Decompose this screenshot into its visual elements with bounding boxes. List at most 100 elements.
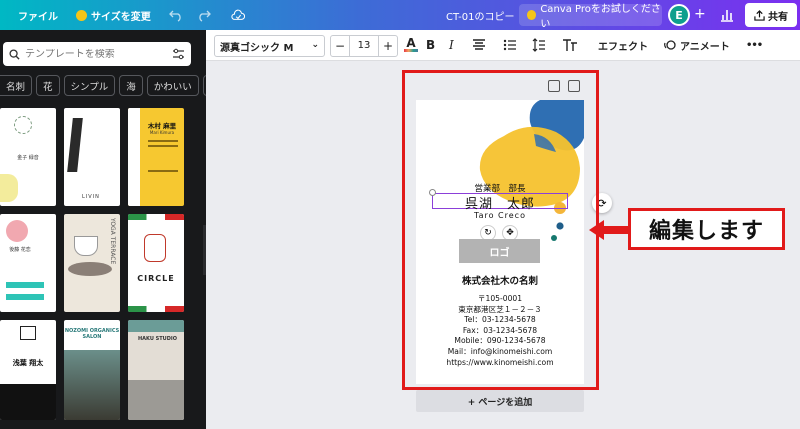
redo-icon[interactable] xyxy=(197,8,211,22)
chip[interactable]: 海 xyxy=(119,75,143,96)
spacing-icon[interactable] xyxy=(532,37,546,53)
align-center-icon[interactable] xyxy=(472,37,486,53)
avatar[interactable]: E xyxy=(668,4,690,26)
bold-label: B xyxy=(426,38,436,52)
flag-stripe xyxy=(128,306,184,312)
accent-bar xyxy=(6,282,44,288)
search-input[interactable] xyxy=(25,48,165,60)
canva-pro-button[interactable]: Canva Proをお試しください xyxy=(519,4,662,30)
chef-illustration xyxy=(144,234,166,262)
search-icon xyxy=(9,48,20,60)
resize-button[interactable]: サイズを変更 xyxy=(76,0,151,30)
file-menu[interactable]: ファイル xyxy=(18,0,58,30)
flag-stripe xyxy=(128,214,184,220)
bold-button[interactable]: B xyxy=(426,37,435,53)
template-name: 後藤 花恋 xyxy=(9,247,31,253)
text-transform-icon[interactable] xyxy=(562,37,578,53)
template-name: CIRCLE xyxy=(137,274,175,283)
font-size-stepper[interactable]: − 13 + xyxy=(330,35,398,57)
template-thumbnail[interactable]: NOZOMI ORGANICS SALON xyxy=(64,320,120,420)
list-icon[interactable] xyxy=(503,37,517,53)
filter-icon[interactable] xyxy=(172,48,185,60)
effects-label: エフェクト xyxy=(598,41,648,53)
crown-icon xyxy=(527,10,537,20)
undo-icon[interactable] xyxy=(169,8,183,22)
template-name: 金子 緑音 xyxy=(17,155,39,161)
animate-label: アニメート xyxy=(680,41,730,53)
template-name: LIVIN xyxy=(82,194,100,200)
callout-label: 編集します xyxy=(628,208,785,250)
font-size-value[interactable]: 13 xyxy=(349,36,379,56)
chip[interactable]: かわいい xyxy=(146,75,199,96)
template-thumbnail[interactable]: 木村 麻里 Mari Kimura xyxy=(128,108,184,206)
template-thumbnail[interactable]: HAKU STUDIO xyxy=(128,320,184,420)
file-menu-label: ファイル xyxy=(18,11,58,23)
top-bar: ファイル サイズを変更 CT-01のコピー Canva Proをお試しください … xyxy=(0,0,800,30)
font-selector[interactable]: 源真ゴシック M ⌄ xyxy=(214,35,325,57)
white-stripe xyxy=(128,108,140,206)
template-sidebar: 名刺 花 シンプル 海 かわいい ア 金子 緑音 LIVIN 木村 麻里 Mar… xyxy=(0,30,206,429)
effects-button[interactable]: エフェクト xyxy=(598,37,648,53)
more-label: ••• xyxy=(746,39,763,51)
template-thumbnail[interactable]: 金子 緑音 xyxy=(0,108,56,206)
upload-icon xyxy=(754,9,765,21)
editor-toolbar: 源真ゴシック M ⌄ − 13 + A B I エフェクト アニメート ••• xyxy=(206,30,800,61)
dark-panel xyxy=(0,384,56,420)
add-member-icon[interactable]: + xyxy=(694,6,706,22)
cup-illustration xyxy=(74,236,98,256)
document-title[interactable]: CT-01のコピー xyxy=(446,0,515,30)
italic-button[interactable]: I xyxy=(449,37,454,53)
chevron-down-icon: ⌄ xyxy=(311,40,319,50)
face-illustration xyxy=(6,220,28,242)
font-name: 源真ゴシック M xyxy=(220,42,294,54)
insights-icon[interactable] xyxy=(719,7,735,23)
arrow-left-icon xyxy=(589,220,630,240)
template-name: 浅葉 翔太 xyxy=(12,359,44,367)
chip[interactable]: シンプル xyxy=(63,75,116,96)
highlight-frame xyxy=(402,70,599,390)
house-logo xyxy=(20,326,36,340)
template-thumbnail[interactable]: 浅葉 翔太 xyxy=(0,320,56,420)
color-bar xyxy=(404,49,418,52)
document-title-text: CT-01のコピー xyxy=(446,11,515,23)
text-color-icon: A xyxy=(406,36,416,50)
avatar-letter: E xyxy=(675,8,683,22)
text-line xyxy=(148,170,178,172)
header-band xyxy=(128,320,184,332)
accent-bar xyxy=(6,294,44,300)
text-color-button[interactable]: A xyxy=(404,37,418,53)
resize-label: サイズを変更 xyxy=(91,11,151,23)
chip[interactable]: 花 xyxy=(36,75,60,96)
crown-icon xyxy=(76,9,87,21)
italic-label: I xyxy=(449,38,454,52)
chip[interactable]: 名刺 xyxy=(0,75,33,96)
cloud-save-icon xyxy=(231,9,245,20)
keyword-chips: 名刺 花 シンプル 海 かわいい ア xyxy=(0,75,206,97)
template-search[interactable] xyxy=(3,42,191,66)
template-name: YOGA TERRACE xyxy=(109,218,116,265)
decor-shape xyxy=(0,174,18,202)
template-name: NOZOMI ORGANICS SALON xyxy=(64,328,120,340)
animate-icon xyxy=(664,40,676,50)
decrease-size-button[interactable]: − xyxy=(331,39,349,53)
template-name: HAKU STUDIO xyxy=(138,336,177,342)
add-page-label: + ページを追加 xyxy=(467,397,533,408)
add-page-button[interactable]: + ページを追加 xyxy=(416,390,584,412)
leaf-illustration xyxy=(14,116,32,134)
more-options-button[interactable]: ••• xyxy=(746,37,763,53)
photo xyxy=(64,350,120,420)
footer-band xyxy=(128,380,184,420)
template-thumbnail[interactable]: 後藤 花恋 xyxy=(0,214,56,312)
share-label: 共有 xyxy=(768,11,788,23)
text-line xyxy=(148,140,178,142)
share-button[interactable]: 共有 xyxy=(745,3,797,27)
pro-label: Canva Proをお試しください xyxy=(540,4,661,30)
brush-stroke xyxy=(67,118,83,172)
increase-size-button[interactable]: + xyxy=(379,39,397,53)
animate-button[interactable]: アニメート xyxy=(664,37,730,53)
template-thumbnail[interactable]: YOGA TERRACE xyxy=(64,214,120,312)
template-thumbnail[interactable]: CIRCLE xyxy=(128,214,184,312)
template-thumbnail[interactable]: LIVIN xyxy=(64,108,120,206)
template-name: 木村 麻里 xyxy=(147,122,177,130)
text-line xyxy=(148,145,178,147)
